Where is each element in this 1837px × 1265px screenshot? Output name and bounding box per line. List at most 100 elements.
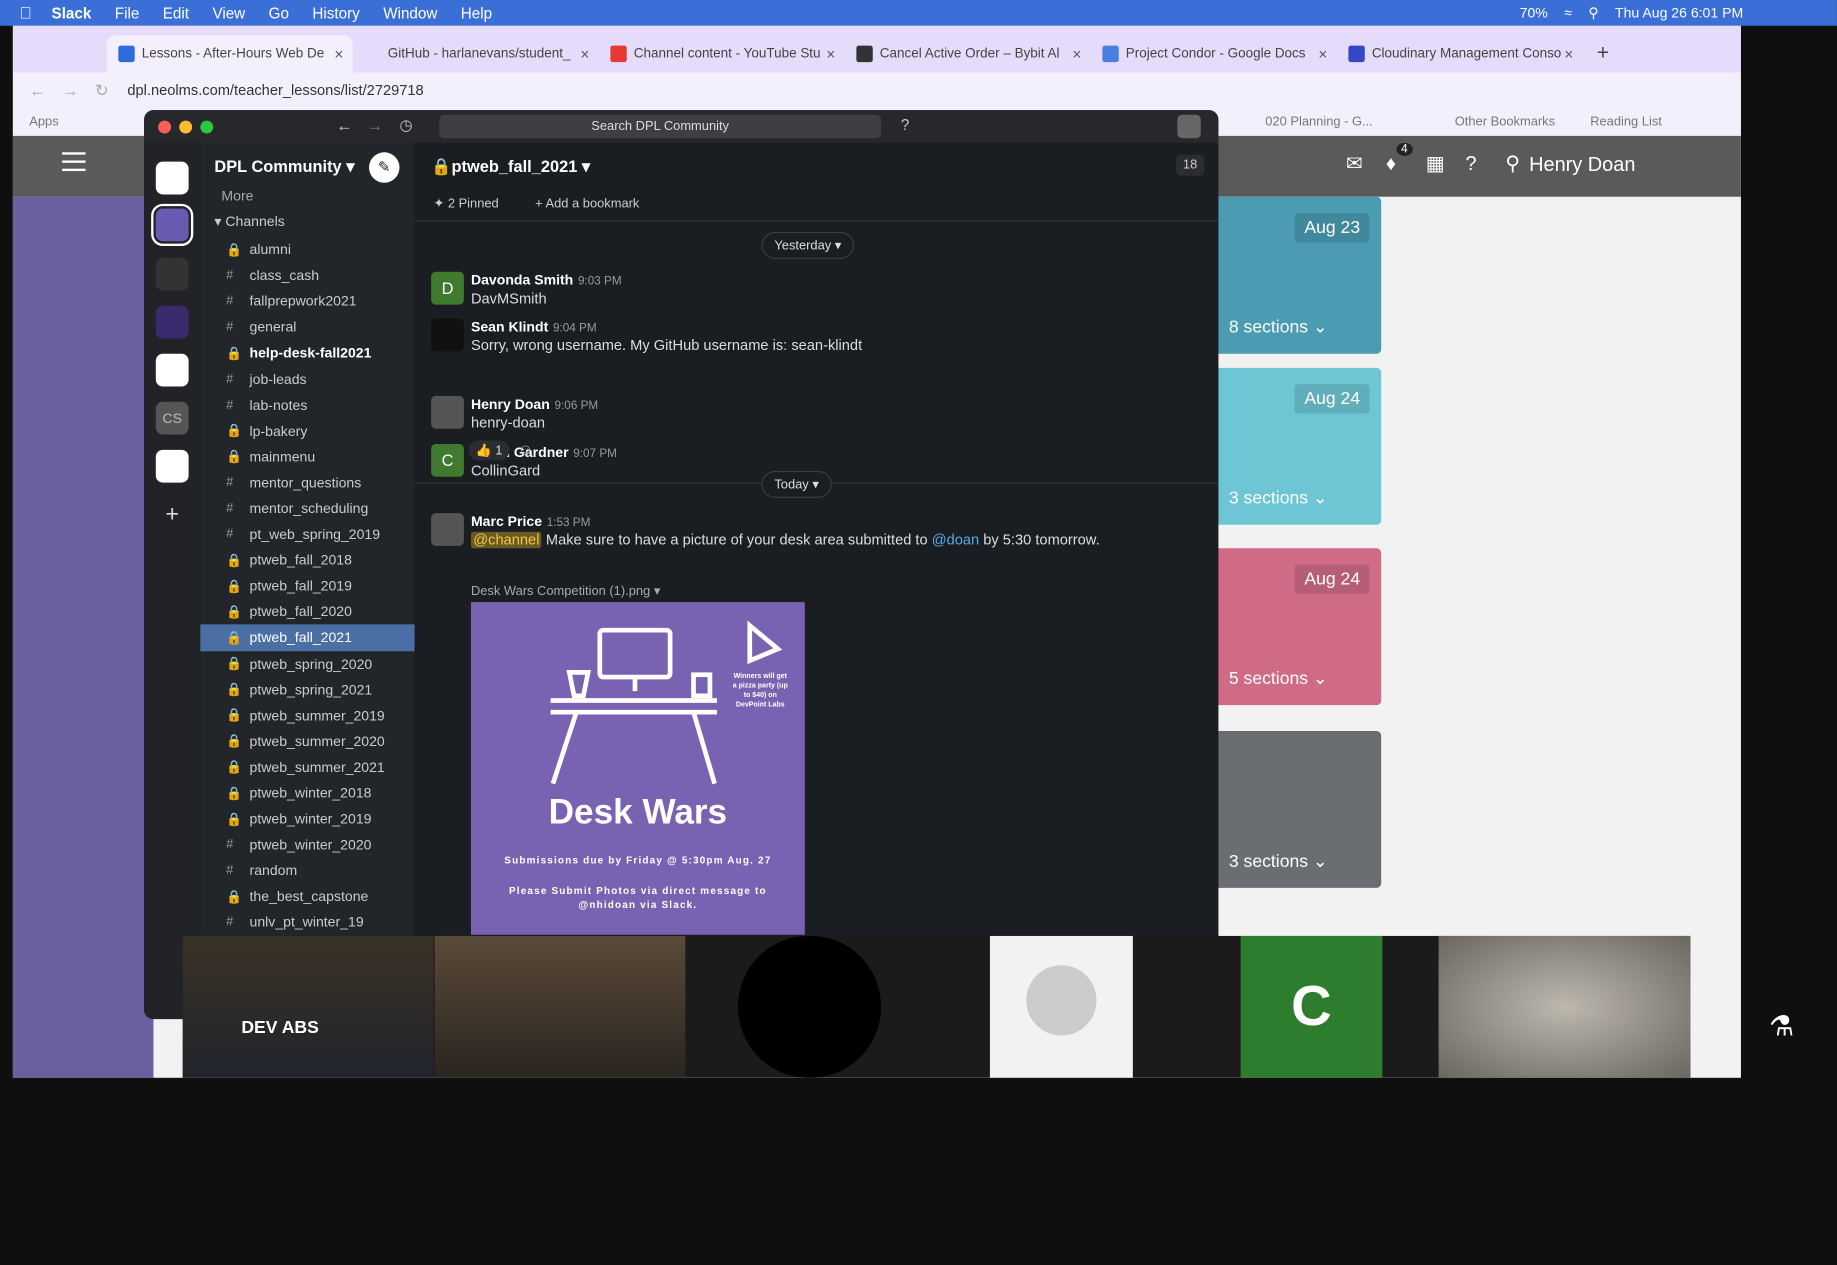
channel-item[interactable]: 🔒 alumni [200,237,414,263]
channel-item[interactable]: 🔒 mainmenu [200,444,414,470]
channels-header[interactable]: ▾ Channels [214,213,284,229]
history-icon[interactable]: ◷ [399,116,412,135]
menu-file[interactable]: File [115,4,140,22]
search-input[interactable]: Search DPL Community [439,114,881,139]
back-icon[interactable]: ← [29,81,45,100]
close-tab-icon[interactable]: × [1072,45,1081,63]
channel-item[interactable]: # job-leads [200,366,414,392]
browser-tab[interactable]: Cancel Active Order – Bybit Al × [845,35,1091,72]
bookmark-reading-list[interactable]: Reading List [1590,115,1662,129]
zoom-window-button[interactable] [200,120,214,134]
workspace-icon[interactable] [155,305,189,339]
avatar[interactable] [431,395,464,429]
flask-icon[interactable]: ⚗ [1769,1010,1794,1044]
reaction-thumbs-up[interactable]: 👍 1 [468,440,510,461]
channel-item[interactable]: 🔒 ptweb_winter_2018 [200,780,414,806]
menu-help[interactable]: Help [461,4,492,22]
channel-item[interactable]: 🔒 ptweb_fall_2018 [200,547,414,573]
message-time[interactable]: 9:04 PM [553,322,597,335]
compose-icon[interactable]: ✎ [369,152,400,183]
course-card[interactable]: Aug 24 5 sections ⌄ [1217,548,1382,706]
channel-item[interactable]: 🔒 ptweb_fall_2019 [200,573,414,599]
avatar[interactable] [431,318,464,352]
menu-app-name[interactable]: Slack [52,4,92,22]
message-time[interactable]: 9:07 PM [573,447,617,460]
close-tab-icon[interactable]: × [334,45,343,63]
channel-item[interactable]: 🔒 ptweb_spring_2020 [200,651,414,677]
member-count[interactable]: 18 [1175,154,1205,176]
add-workspace-icon[interactable]: + [156,498,189,531]
video-tile[interactable] [434,935,686,1078]
browser-tab[interactable]: GitHub - harlanevans/student_ × [353,35,599,72]
workspace-icon[interactable] [155,353,189,387]
message-time[interactable]: 1:53 PM [547,517,591,530]
channel-mention[interactable]: @channel [470,531,542,549]
close-tab-icon[interactable]: × [826,45,835,63]
course-card[interactable]: 3 sections ⌄ [1217,730,1382,888]
channel-item[interactable]: # mentor_questions [200,470,414,496]
menu-window[interactable]: Window [383,4,437,22]
channel-item[interactable]: 🔒 ptweb_summer_2019 [200,702,414,728]
message-author[interactable]: Sean Klindt 9:04 PM [471,319,597,335]
help-icon[interactable]: ? [1466,152,1477,175]
channel-item[interactable]: # class_cash [200,263,414,289]
new-tab-button[interactable]: + [1583,41,1623,73]
calendar-icon[interactable]: ▦ [1426,152,1445,175]
avatar[interactable] [431,513,464,546]
avatar[interactable]: C [431,443,464,477]
search-icon[interactable]: ⚲ [1505,152,1520,175]
message-author[interactable]: Henry Doan 9:06 PM [471,396,598,412]
video-tile[interactable]: DEV ABS [182,935,434,1078]
hamburger-menu-icon[interactable] [62,152,86,172]
desk-wars-image[interactable]: Winners will get a pizza party (up to $4… [470,602,805,935]
user-mention[interactable]: @doan [932,532,979,548]
channel-item[interactable]: # unlv_pt_winter_19 [200,910,414,936]
bookmark-planning[interactable]: 020 Planning - G... [1265,115,1372,129]
add-reaction-icon[interactable]: ☺ [518,440,534,458]
mail-icon[interactable]: ✉ [1346,152,1363,175]
browser-tab[interactable]: Cloudinary Management Conso × [1337,35,1583,72]
menu-history[interactable]: History [312,4,359,22]
help-icon[interactable]: ? [901,116,909,134]
browser-tab[interactable]: Project Condor - Google Docs × [1091,35,1337,72]
workspace-icon[interactable] [155,449,189,483]
close-tab-icon[interactable]: × [1318,45,1327,63]
channel-item[interactable]: 🔒 the_best_capstone [200,884,414,910]
workspace-icon[interactable] [155,161,189,195]
menu-go[interactable]: Go [269,4,289,22]
back-icon[interactable]: ← [336,116,352,135]
card-sections[interactable]: 3 sections ⌄ [1229,487,1328,508]
bookmark-other[interactable]: Other Bookmarks [1455,115,1555,129]
bell-icon[interactable]: ♦ [1386,152,1396,175]
channel-item[interactable]: 🔒 ptweb_fall_2020 [200,599,414,625]
channel-item[interactable]: 🔒 ptweb_spring_2021 [200,677,414,703]
message-time[interactable]: 9:06 PM [555,399,599,412]
workspace-name[interactable]: DPL Community ▾ [214,157,354,177]
wifi-icon[interactable]: ≈ [1564,5,1572,21]
channel-item[interactable]: # general [200,314,414,340]
channel-item[interactable]: 🔒 lp-bakery [200,418,414,444]
avatar[interactable]: D [431,271,464,305]
reload-icon[interactable]: ↻ [95,80,109,100]
address-bar[interactable]: dpl.neolms.com/teacher_lessons/list/2729… [127,82,423,98]
channel-item[interactable]: # random [200,858,414,884]
apple-icon[interactable]:  [0,4,52,23]
channel-item[interactable]: # pt_web_spring_2019 [200,521,414,547]
close-tab-icon[interactable]: × [580,45,589,63]
workspace-icon[interactable]: CS [155,401,189,435]
file-name[interactable]: Desk Wars Competition (1).png ▾ [471,583,660,599]
card-sections[interactable]: 3 sections ⌄ [1229,850,1328,872]
channel-item[interactable]: 🔒 help-desk-fall2021 [200,340,414,366]
menu-view[interactable]: View [212,4,245,22]
message-author[interactable]: Marc Price 1:53 PM [471,513,590,529]
channel-item[interactable]: 🔒 ptweb_summer_2020 [200,728,414,754]
bookmark-apps[interactable]: Apps [29,115,58,129]
avatar[interactable] [1177,114,1201,139]
clock[interactable]: Thu Aug 26 6:01 PM [1615,5,1743,21]
browser-tab[interactable]: Channel content - YouTube Stu × [599,35,845,72]
channel-item[interactable]: 🔒 ptweb_winter_2019 [200,806,414,832]
channel-item[interactable]: # mentor_scheduling [200,495,414,521]
forward-icon[interactable]: → [367,116,383,135]
course-card[interactable]: Aug 24 3 sections ⌄ [1217,367,1382,525]
message-author[interactable]: Davonda Smith 9:03 PM [471,272,622,288]
